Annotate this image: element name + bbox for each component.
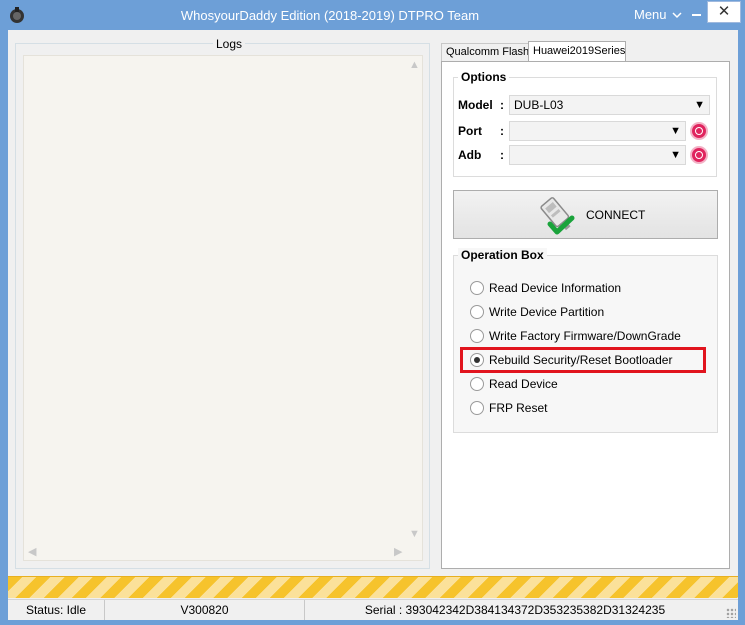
version-text: V300820: [105, 600, 305, 620]
scroll-up-icon[interactable]: ▲: [409, 59, 420, 71]
radio-label: Read Device: [489, 377, 558, 391]
adb-label: Adb: [458, 148, 482, 162]
model-label: Model: [458, 98, 493, 112]
menu-label: Menu: [634, 7, 667, 22]
chevron-down-icon: ▼: [670, 149, 681, 161]
operation-box-title: Operation Box: [458, 248, 547, 262]
close-button[interactable]: ✕: [707, 1, 741, 23]
model-row: Model : DUB-L03 ▼: [454, 95, 716, 115]
window-title: WhosyourDaddy Edition (2018-2019) DTPRO …: [180, 8, 480, 23]
usb-connect-icon: [540, 197, 575, 235]
menu-button[interactable]: Menu: [628, 5, 684, 25]
close-icon: ✕: [717, 3, 731, 20]
minimize-button[interactable]: [683, 1, 709, 23]
radio-label: FRP Reset: [489, 401, 548, 415]
radio-label: Read Device Information: [489, 281, 622, 295]
operation-box-group: Operation Box Read Device Information Wr…: [453, 248, 718, 433]
options-title: Options: [458, 70, 510, 84]
radio-button[interactable]: [470, 305, 484, 319]
tab-huawei2019series[interactable]: Huawei2019Series: [528, 41, 626, 62]
chevron-down-icon: [672, 12, 682, 19]
main-client-area: Logs ▲ ▼ ◀ ▶ Qualcomm Flash Huawei2019Se…: [8, 30, 738, 620]
status-text: Status: Idle: [8, 600, 105, 620]
logs-title: Logs: [213, 37, 246, 51]
resize-grip-icon[interactable]: [726, 608, 736, 618]
scroll-left-icon[interactable]: ◀: [28, 546, 36, 558]
connect-button[interactable]: CONNECT: [453, 190, 718, 239]
radio-button[interactable]: [470, 329, 484, 343]
connect-label: CONNECT: [586, 208, 646, 222]
radio-button[interactable]: [470, 281, 484, 295]
radio-label: Rebuild Security/Reset Bootloader: [489, 353, 673, 367]
status-bar: Status: Idle V300820 Serial : 393042342D…: [8, 599, 738, 620]
scroll-down-icon[interactable]: ▼: [409, 528, 420, 540]
model-colon: :: [500, 98, 504, 112]
title-bar: WhosyourDaddy Edition (2018-2019) DTPRO …: [0, 0, 745, 30]
logs-group: Logs ▲ ▼ ◀ ▶: [15, 37, 430, 569]
adb-select[interactable]: ▼: [509, 145, 686, 165]
radio-button-checked[interactable]: [470, 353, 484, 367]
minimize-icon: [692, 14, 701, 16]
chevron-down-icon: ▼: [670, 125, 681, 137]
model-select[interactable]: DUB-L03 ▼: [509, 95, 710, 115]
port-select[interactable]: ▼: [509, 121, 686, 141]
serial-text: Serial : 393042342D384134372D353235382D3…: [364, 603, 666, 617]
scroll-right-icon[interactable]: ▶: [394, 546, 402, 558]
radio-button[interactable]: [470, 377, 484, 391]
adb-colon: :: [500, 148, 504, 162]
app-window: WhosyourDaddy Edition (2018-2019) DTPRO …: [0, 0, 745, 625]
adb-row: Adb : ▼: [454, 145, 716, 165]
radio-label: Write Factory Firmware/DownGrade: [489, 329, 681, 343]
options-group: Options Model : DUB-L03 ▼ Port : ▼ Adb:…: [453, 70, 717, 177]
logs-textarea[interactable]: ▲ ▼ ◀ ▶: [23, 55, 423, 561]
tab-panel-huawei: Options Model : DUB-L03 ▼ Port : ▼ Adb:…: [441, 61, 730, 569]
port-refresh-icon[interactable]: [690, 122, 708, 140]
tab-qualcomm-flash[interactable]: Qualcomm Flash: [441, 43, 529, 61]
port-colon: :: [500, 124, 504, 138]
model-value: DUB-L03: [514, 98, 564, 112]
adb-refresh-icon[interactable]: [690, 146, 708, 164]
chevron-down-icon: ▼: [694, 99, 705, 111]
port-row: Port : ▼: [454, 121, 716, 141]
port-label: Port: [458, 124, 482, 138]
radio-label: Write Device Partition: [489, 305, 605, 319]
progress-bar: [8, 576, 738, 598]
radio-button[interactable]: [470, 401, 484, 415]
